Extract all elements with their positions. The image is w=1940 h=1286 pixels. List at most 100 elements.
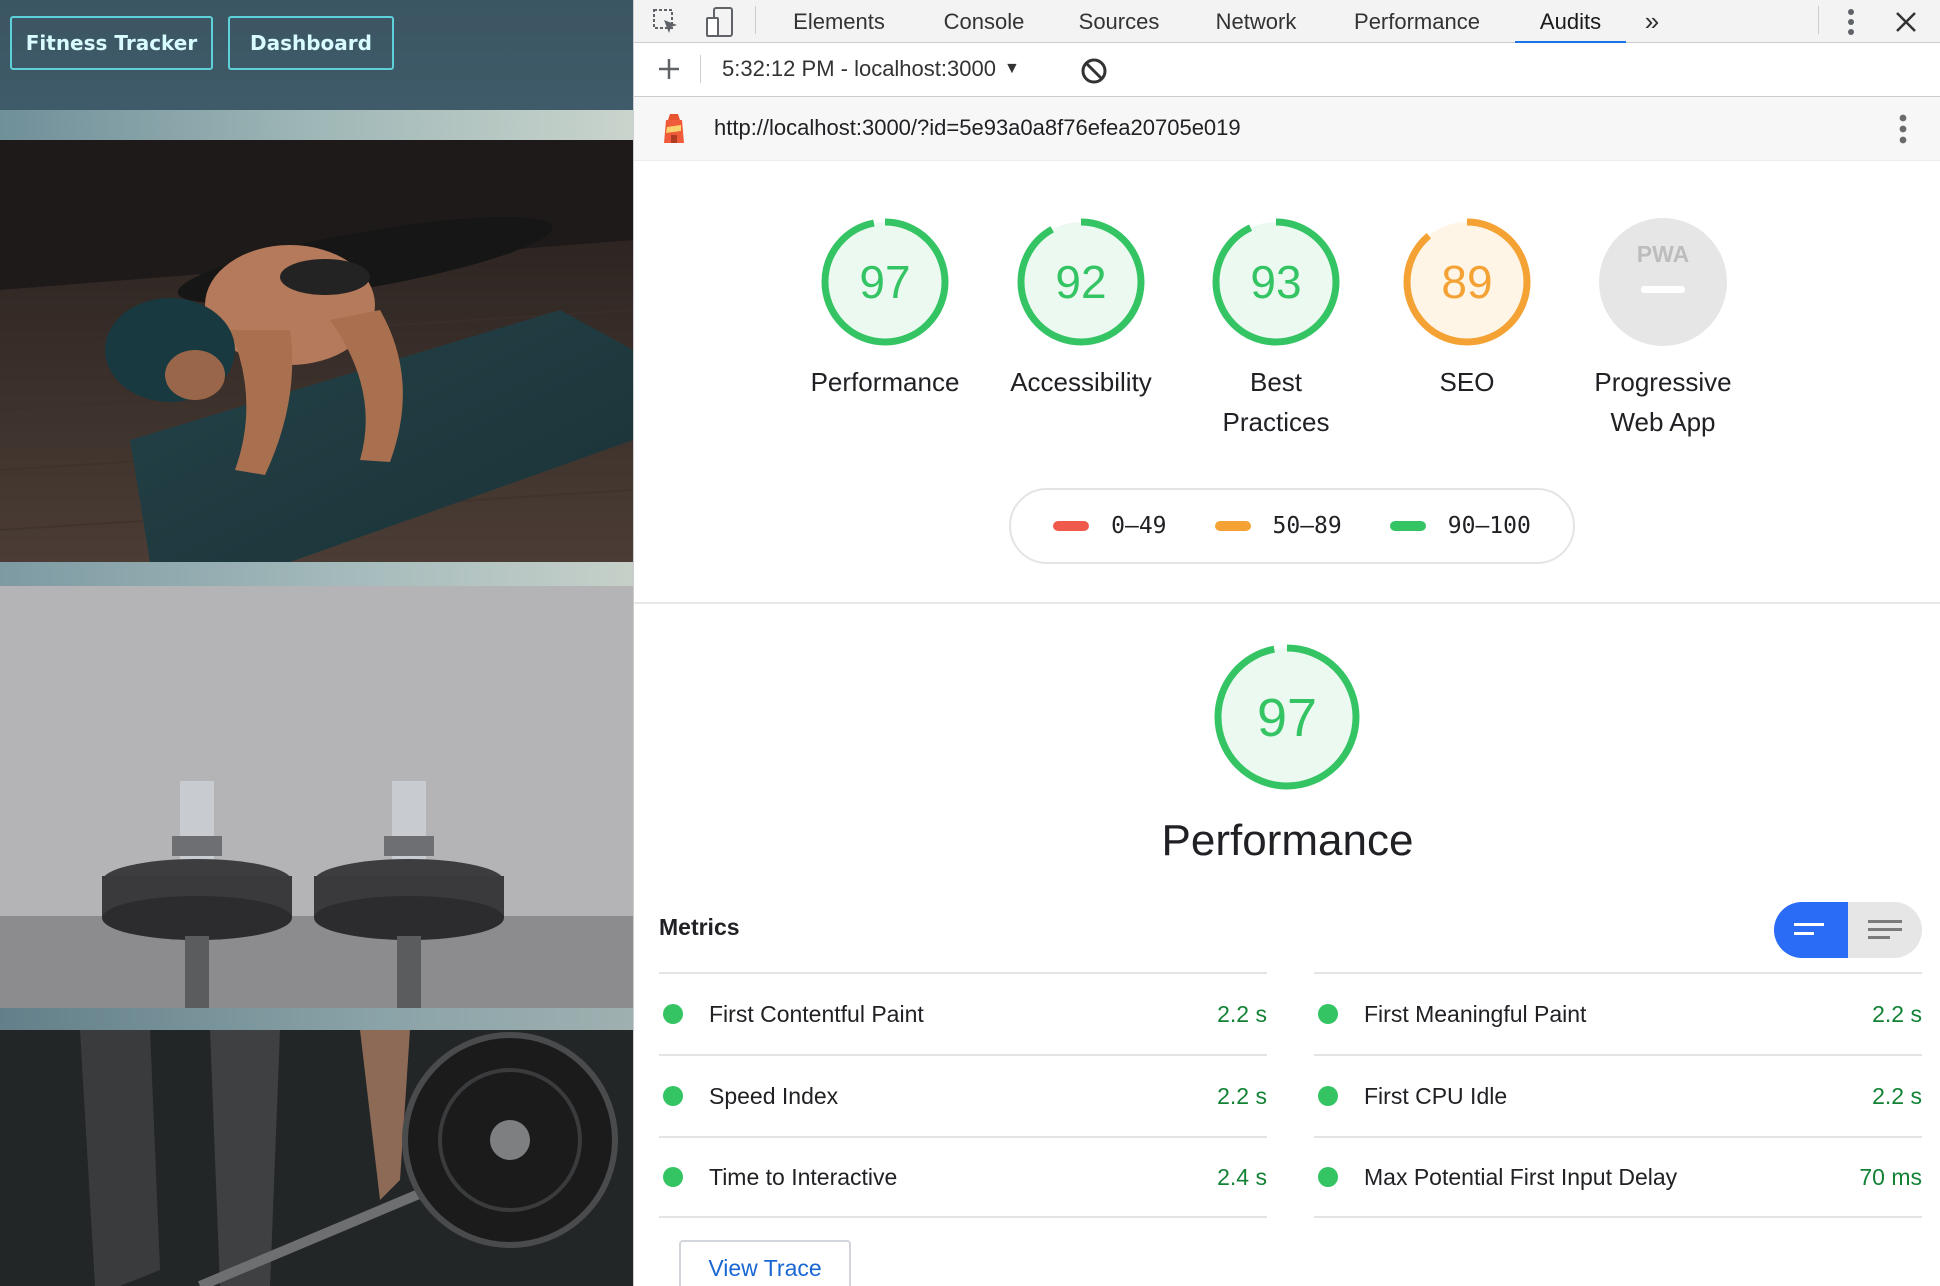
metric-name: Max Potential First Input Delay xyxy=(1364,1163,1678,1190)
legend-swatch-pass xyxy=(1389,521,1426,531)
clear-reports-icon[interactable] xyxy=(1080,57,1108,85)
background-strip xyxy=(0,110,633,140)
gauge-pwa[interactable]: PWA Progressive Web App xyxy=(1572,216,1754,442)
expanded-lines-icon xyxy=(1868,920,1902,939)
app-navbar: Fitness Tracker Dashboard xyxy=(0,0,633,110)
legend-range: 50–89 xyxy=(1272,513,1342,539)
metrics-heading: Metrics xyxy=(659,914,740,940)
close-icon[interactable] xyxy=(1888,0,1924,43)
accessibility-score: 92 xyxy=(1055,256,1106,308)
metrics-column-right: First Meaningful Paint 2.2 s First CPU I… xyxy=(1314,972,1922,1218)
dashboard-button[interactable]: Dashboard xyxy=(228,16,394,70)
pass-dot-icon xyxy=(1318,1004,1338,1024)
gauge-performance[interactable]: 97 Performance xyxy=(794,216,976,402)
pass-dot-icon xyxy=(663,1167,683,1187)
performance-section-ring: 97 xyxy=(1214,644,1360,790)
performance-section-score: 97 xyxy=(1257,688,1317,748)
metric-row: First Contentful Paint 2.2 s xyxy=(659,972,1267,1054)
best-practices-score-ring: 93 xyxy=(1212,218,1340,346)
gauge-label: Performance xyxy=(810,367,960,397)
metric-value: 2.2 s xyxy=(1217,1082,1267,1109)
gauge-label: Accessibility xyxy=(1010,367,1152,397)
metric-row: Speed Index 2.2 s xyxy=(659,1054,1267,1136)
view-trace-button[interactable]: View Trace xyxy=(679,1240,851,1286)
gauge-seo[interactable]: 89 SEO xyxy=(1384,216,1550,402)
best-practices-score: 93 xyxy=(1250,256,1301,308)
legend-item: 50–89 xyxy=(1214,513,1342,539)
pwa-badge-icon: PWA xyxy=(1599,218,1727,346)
app-viewport: Fitness Tracker Dashboard xyxy=(0,0,633,1286)
dropdown-caret-icon: ▼ xyxy=(1003,60,1020,77)
score-legend: 0–49 50–89 90–100 xyxy=(1009,488,1575,564)
pass-dot-icon xyxy=(1318,1086,1338,1106)
devtools-tabbar: Elements Console Sources Network Perform… xyxy=(634,0,1940,44)
more-tabs-icon[interactable]: » xyxy=(1635,0,1669,43)
gauge-label: SEO xyxy=(1439,367,1495,397)
performance-score-ring: 97 xyxy=(821,218,949,346)
metrics-view-toggle[interactable] xyxy=(1774,902,1922,958)
metric-name: First Meaningful Paint xyxy=(1364,1000,1587,1027)
compact-view-toggle[interactable] xyxy=(1774,902,1848,958)
seo-score-ring: 89 xyxy=(1403,218,1531,346)
dumbbells-photo xyxy=(0,586,633,1008)
metric-value: 70 ms xyxy=(1859,1163,1922,1190)
metric-row: Time to Interactive 2.4 s xyxy=(659,1136,1267,1218)
toolbar-separator xyxy=(700,55,701,83)
legend-item: 0–49 xyxy=(1053,513,1167,539)
seo-score: 89 xyxy=(1441,256,1492,308)
fitness-tracker-button[interactable]: Fitness Tracker xyxy=(10,16,213,70)
gauge-label: Progressive Web App xyxy=(1594,367,1732,437)
metric-name: Speed Index xyxy=(709,1082,839,1109)
gauge-accessibility[interactable]: 92 Accessibility xyxy=(987,216,1175,402)
devtools-menu-icon[interactable] xyxy=(1836,0,1866,43)
metric-value: 2.2 s xyxy=(1217,1000,1267,1027)
device-toolbar-icon[interactable] xyxy=(700,0,740,43)
background-strip xyxy=(0,1008,633,1030)
audits-toolbar: 5:32:12 PM - localhost:3000 ▼ xyxy=(634,43,1940,97)
tab-console[interactable]: Console xyxy=(936,0,1032,43)
metric-row: First CPU Idle 2.2 s xyxy=(1314,1054,1922,1136)
toolbar-separator xyxy=(755,6,756,34)
pushup-workout-photo xyxy=(0,140,633,562)
audit-url: http://localhost:3000/?id=5e93a0a8f76efe… xyxy=(714,115,1241,140)
tab-elements[interactable]: Elements xyxy=(787,0,891,43)
background-strip xyxy=(0,562,633,586)
gauge-best-practices[interactable]: 93 Best Practices xyxy=(1188,216,1364,442)
metric-value: 2.2 s xyxy=(1872,1082,1922,1109)
metric-name: First CPU Idle xyxy=(1364,1082,1508,1109)
audit-url-bar: http://localhost:3000/?id=5e93a0a8f76efe… xyxy=(634,97,1940,161)
legend-swatch-fail xyxy=(1053,521,1090,531)
legend-range: 0–49 xyxy=(1111,513,1167,539)
performance-section-gauge: 97 xyxy=(1212,642,1362,792)
inspect-element-icon[interactable] xyxy=(646,0,686,43)
performance-score: 97 xyxy=(859,256,910,308)
legend-swatch-average xyxy=(1214,521,1251,531)
pass-dot-icon xyxy=(663,1086,683,1106)
pwa-badge-text: PWA xyxy=(1637,241,1689,267)
tab-performance[interactable]: Performance xyxy=(1344,0,1490,43)
compact-lines-icon xyxy=(1794,923,1824,935)
section-divider xyxy=(634,602,1940,604)
expanded-view-toggle[interactable] xyxy=(1848,902,1922,958)
tab-sources[interactable]: Sources xyxy=(1070,0,1168,43)
metric-name: Time to Interactive xyxy=(709,1163,898,1190)
report-select[interactable]: 5:32:12 PM - localhost:3000 ▼ xyxy=(722,52,1020,86)
legend-item: 90–100 xyxy=(1389,513,1531,539)
performance-section-title: Performance xyxy=(1161,816,1414,865)
metrics-column-left: First Contentful Paint 2.2 s Speed Index… xyxy=(659,972,1267,1218)
lighthouse-icon xyxy=(664,114,684,143)
gauge-label: Best Practices xyxy=(1222,367,1330,437)
report-menu-icon[interactable] xyxy=(1888,109,1918,149)
metric-value: 2.2 s xyxy=(1872,1000,1922,1027)
pass-dot-icon xyxy=(1318,1167,1338,1187)
devtools-panel: Elements Console Sources Network Perform… xyxy=(633,0,1940,1286)
tab-network[interactable]: Network xyxy=(1206,0,1306,43)
metric-row: First Meaningful Paint 2.2 s xyxy=(1314,972,1922,1054)
metric-row: Max Potential First Input Delay 70 ms xyxy=(1314,1136,1922,1218)
accessibility-score-ring: 92 xyxy=(1017,218,1145,346)
barbell-deadlift-photo xyxy=(0,1030,633,1286)
new-audit-icon[interactable] xyxy=(652,52,686,86)
tab-audits[interactable]: Audits xyxy=(1515,0,1626,44)
toolbar-separator xyxy=(1818,6,1819,34)
legend-range: 90–100 xyxy=(1447,513,1531,539)
